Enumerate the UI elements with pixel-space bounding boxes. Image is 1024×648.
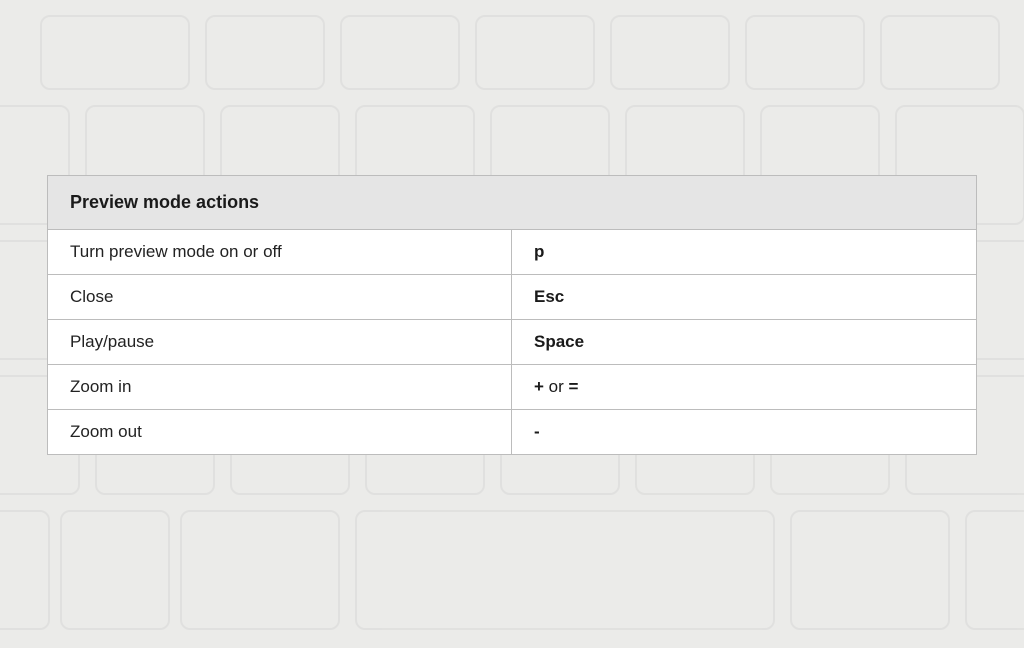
table-header: Preview mode actions [48,176,976,230]
action-label: Close [70,287,113,306]
key-label: + [534,377,544,396]
key-label: = [569,377,579,396]
action-label: Zoom out [70,422,142,441]
key-separator: or [544,377,569,396]
action-cell: Play/pause [48,320,512,364]
shortcut-cell: Space [512,320,976,364]
table-row: Zoom in + or = [48,365,976,410]
key-label: - [534,422,540,441]
key-label: Space [534,332,584,351]
table-row: Play/pause Space [48,320,976,365]
table-row: Turn preview mode on or off p [48,230,976,275]
action-label: Play/pause [70,332,154,351]
table-row: Zoom out - [48,410,976,454]
key-label: p [534,242,544,261]
key-label: Esc [534,287,564,306]
table-title: Preview mode actions [70,192,259,212]
shortcut-cell: p [512,230,976,274]
action-cell: Zoom out [48,410,512,454]
shortcut-cell: - [512,410,976,454]
action-label: Zoom in [70,377,131,396]
table-body: Turn preview mode on or off p Close Esc Play… [48,230,976,454]
shortcuts-table: Preview mode actions Turn preview mode o… [47,175,977,455]
action-label: Turn preview mode on or off [70,242,282,261]
shortcut-cell: + or = [512,365,976,409]
table-row: Close Esc [48,275,976,320]
action-cell: Close [48,275,512,319]
action-cell: Turn preview mode on or off [48,230,512,274]
action-cell: Zoom in [48,365,512,409]
shortcut-cell: Esc [512,275,976,319]
